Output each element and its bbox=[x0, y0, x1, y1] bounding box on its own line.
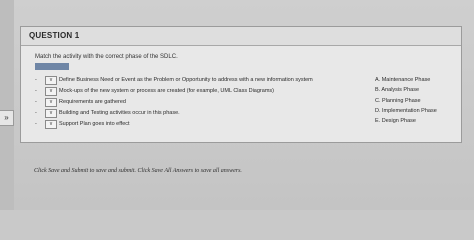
question-title: QUESTION 1 bbox=[29, 31, 80, 40]
question-panel: QUESTION 1 Match the activity with the c… bbox=[20, 26, 462, 143]
match-statement: Define Business Need or Event as the Pro… bbox=[59, 77, 313, 83]
answer-select[interactable]: v bbox=[45, 87, 57, 96]
option-label: C. Planning Phase bbox=[375, 98, 421, 104]
row-dash: - bbox=[35, 77, 37, 83]
answer-select[interactable]: v bbox=[45, 120, 57, 129]
match-statement: Building and Testing activities occur in… bbox=[59, 110, 180, 116]
answer-select[interactable]: v bbox=[45, 109, 57, 118]
left-sidebar-strip bbox=[0, 0, 14, 210]
option-label: A. Maintenance Phase bbox=[375, 77, 431, 83]
row-dash: - bbox=[35, 121, 37, 127]
submit-instructions: Click Save and Submit to save and submit… bbox=[34, 168, 242, 174]
option-label: D. Implementation Phase bbox=[375, 108, 437, 114]
match-statement: Mock-ups of the new system or process ar… bbox=[59, 88, 274, 94]
expand-sidebar-icon[interactable]: » bbox=[0, 110, 14, 126]
match-statement: Support Plan goes into effect bbox=[59, 121, 130, 127]
row-dash: - bbox=[35, 99, 37, 105]
row-dash: - bbox=[35, 88, 37, 94]
option-label: E. Design Phase bbox=[375, 118, 416, 124]
page-background: » QUESTION 1 Match the activity with the… bbox=[0, 0, 474, 210]
question-header: QUESTION 1 bbox=[21, 27, 461, 46]
match-statement: Requirements are gathered bbox=[59, 99, 126, 105]
row-dash: - bbox=[35, 110, 37, 116]
question-instruction: Match the activity with the correct phas… bbox=[35, 54, 178, 60]
answer-select[interactable]: v bbox=[45, 98, 57, 107]
grading-badge bbox=[35, 63, 69, 70]
option-label: B. Analysis Phase bbox=[375, 87, 420, 93]
answer-select[interactable]: v bbox=[45, 76, 57, 85]
